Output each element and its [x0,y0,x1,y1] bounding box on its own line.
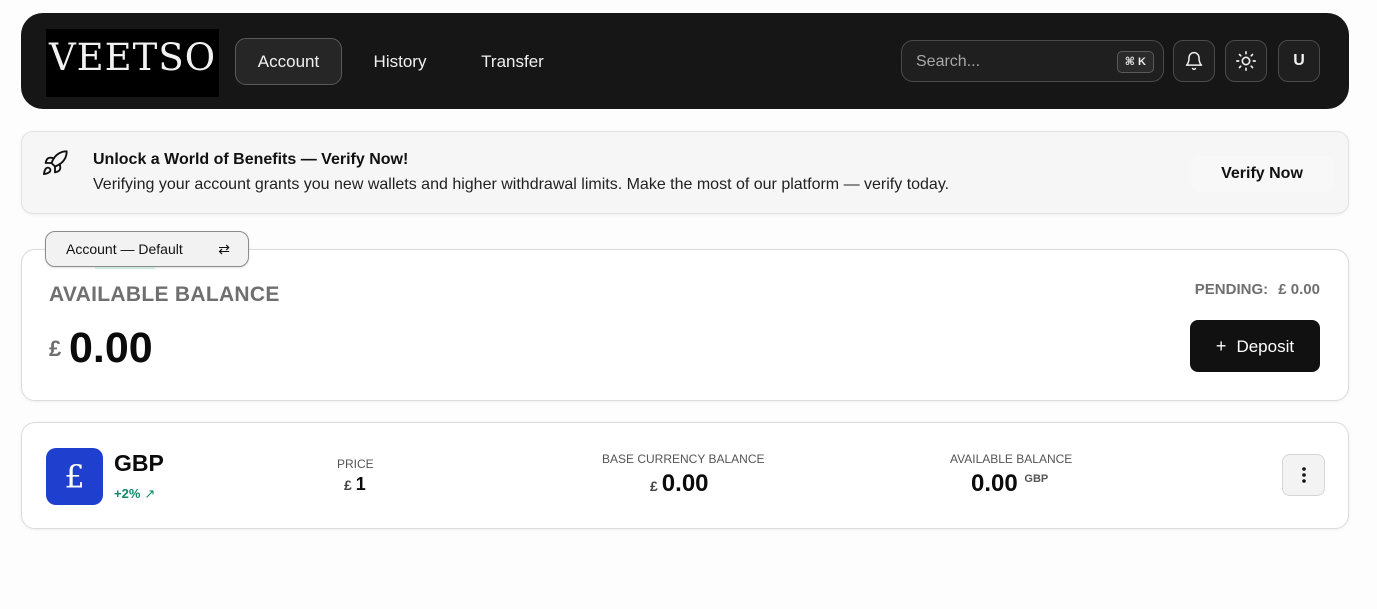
base-balance-value: £0.00 [650,470,709,498]
tab-account[interactable]: Account [235,38,342,85]
price-amount: 1 [355,474,366,494]
balance-currency-symbol: £ [49,336,62,361]
banner-title: Unlock a World of Benefits — Verify Now! [93,151,409,168]
pending-label: PENDING: [1194,281,1269,298]
available-balance-value: 0.00 GBP [971,470,1048,498]
sun-icon [1236,51,1256,71]
brand-logo[interactable]: VEETSO [46,29,219,97]
theme-toggle-button[interactable] [1225,40,1267,82]
notifications-button[interactable] [1173,40,1215,82]
account-selector-label: Account — Default [66,241,183,257]
currency-change-value: +2% [114,486,141,501]
account-selector-button[interactable]: Account — Default ⇄ [45,231,249,267]
price-value: £1 [344,474,366,495]
banner-text: Verifying your account grants you new wa… [93,176,950,193]
currency-change: +2% ↗ [114,486,155,502]
more-vertical-icon [1301,467,1306,483]
deposit-label: Deposit [1236,336,1295,356]
pending-currency: £ [1278,281,1287,298]
base-balance-label: BASE CURRENCY BALANCE [602,452,765,466]
available-amount: 0.00 [971,470,1018,497]
deposit-button[interactable]: + Deposit [1190,320,1320,372]
pending-amount: 0.00 [1290,281,1320,298]
rocket-icon [42,150,68,176]
pound-icon: £ [46,448,103,505]
verify-banner: Unlock a World of Benefits — Verify Now!… [21,131,1349,214]
price-currency-symbol: £ [344,477,352,493]
plus-icon: + [1215,335,1227,356]
balance-card [21,249,1349,401]
currency-code: GBP [114,450,164,476]
bell-icon [1185,51,1203,71]
balance-amount: 0.00 [69,324,153,372]
search-input[interactable] [916,50,1106,74]
swap-icon: ⇄ [218,241,230,257]
account-selector-indicator [95,267,155,269]
available-balance-col-label: AVAILABLE BALANCE [950,452,1073,466]
user-avatar-button[interactable]: U [1278,40,1320,82]
base-amount: 0.00 [661,470,709,497]
available-unit: GBP [1024,473,1049,485]
price-label: PRICE [337,457,374,471]
trend-up-icon: ↗ [144,486,156,501]
more-options-button[interactable] [1282,454,1325,496]
base-currency-symbol: £ [650,478,658,494]
pending-balance: PENDING: £ 0.00 [1195,281,1320,298]
verify-now-button[interactable]: Verify Now [1191,156,1333,192]
tab-history[interactable]: History [356,38,444,85]
search-shortcut-badge: ⌘ K [1116,51,1154,73]
available-balance-label: AVAILABLE BALANCE [49,283,280,306]
search-box: ⌘ K [901,40,1164,82]
top-navbar: VEETSO Account History Transfer ⌘ K U [21,13,1349,109]
tab-transfer[interactable]: Transfer [464,38,561,85]
